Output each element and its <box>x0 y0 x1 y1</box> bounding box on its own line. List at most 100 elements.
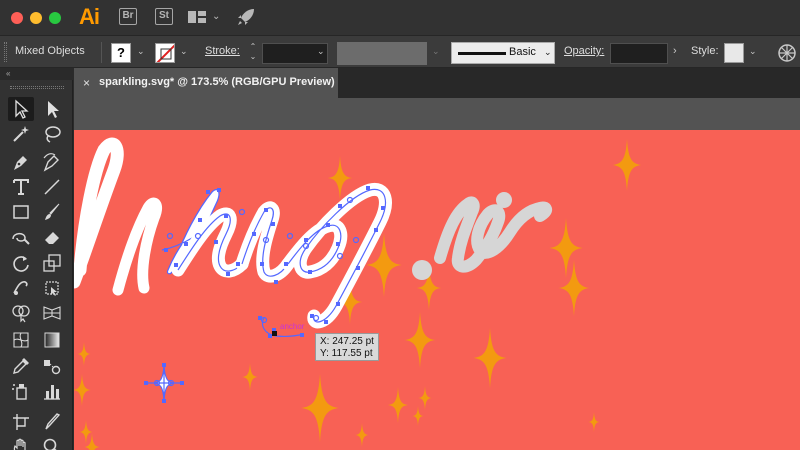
curvature-tool[interactable] <box>39 150 65 174</box>
lasso-tool-icon <box>45 126 61 143</box>
illustrator-window: Ai Br St ⌄ Mixed Objects ? ⌄ ⌄ Stroke: ⌃… <box>0 0 800 450</box>
brush-stroke-preview <box>458 52 506 55</box>
bridge-button[interactable]: Br <box>119 8 137 25</box>
lasso-tool[interactable] <box>39 122 65 146</box>
style-chevron-down-icon[interactable]: ⌄ <box>749 46 757 57</box>
illustrator-logo: Ai <box>79 4 100 29</box>
rocket-icon[interactable] <box>236 7 256 27</box>
workspace-chevron-down-icon[interactable]: ⌄ <box>212 11 220 22</box>
type-tool[interactable] <box>8 175 34 199</box>
perspective-grid-tool[interactable] <box>39 301 65 325</box>
sparkle[interactable] <box>301 374 339 442</box>
blend-tool[interactable] <box>39 354 65 378</box>
scale-tool[interactable] <box>39 251 65 275</box>
tools-panel-grip[interactable] <box>10 86 64 89</box>
line-tool[interactable] <box>39 175 65 199</box>
sparkle[interactable] <box>77 342 91 366</box>
rotate-tool[interactable] <box>8 251 34 275</box>
tools-panel-collapse-icon[interactable]: « <box>0 68 73 80</box>
sparkle[interactable] <box>355 423 369 447</box>
warp-tool[interactable] <box>8 276 34 300</box>
shaper-tool[interactable] <box>8 225 34 249</box>
sparkle[interactable] <box>388 387 408 423</box>
paintbrush-tool[interactable] <box>39 200 65 224</box>
paintbrush-tool-icon <box>45 203 60 220</box>
fill-chevron-down-icon[interactable]: ⌄ <box>137 46 145 57</box>
shape-builder-tool[interactable] <box>8 301 34 325</box>
gradient-tool[interactable] <box>39 328 65 352</box>
sparkle[interactable] <box>79 420 93 444</box>
zoom-tool-icon <box>43 438 57 450</box>
title-bar: Ai Br St ⌄ <box>0 0 800 35</box>
sparkle[interactable] <box>242 363 258 391</box>
eraser-tool-icon <box>45 232 59 244</box>
stock-button[interactable]: St <box>155 8 173 25</box>
script-lettering-unselected[interactable] <box>74 137 162 296</box>
active-anchor-point[interactable] <box>272 331 277 336</box>
stroke-weight-chevron-down-icon[interactable]: ⌄ <box>317 46 325 57</box>
artboard[interactable] <box>74 130 800 450</box>
artboard-tool[interactable] <box>8 410 34 434</box>
close-icon[interactable]: × <box>83 76 90 90</box>
close-window-button[interactable] <box>11 12 23 24</box>
recolor-artwork-icon[interactable] <box>777 43 797 63</box>
rectangle-tool[interactable] <box>8 200 34 224</box>
opacity-chevron-right-icon[interactable]: › <box>673 45 677 57</box>
slice-tool-icon <box>45 413 61 430</box>
sparkle[interactable] <box>418 386 432 410</box>
pen-tool[interactable] <box>8 150 34 174</box>
profile-chevron-down-icon[interactable]: ⌄ <box>432 46 440 57</box>
sparkle[interactable] <box>404 312 436 368</box>
stroke-label[interactable]: Stroke: <box>205 45 240 57</box>
selection-tool[interactable] <box>8 97 34 121</box>
document-tab[interactable]: × sparkling.svg* @ 173.5% (RGB/GPU Previ… <box>74 68 338 98</box>
zoom-tool[interactable] <box>39 435 65 450</box>
free-transform-tool[interactable] <box>39 276 65 300</box>
sparkle[interactable] <box>588 412 600 432</box>
symbol-sprayer-tool-icon <box>12 384 27 400</box>
sparkle[interactable] <box>327 156 353 200</box>
sparkle-group[interactable] <box>74 139 642 450</box>
column-graph-tool[interactable] <box>39 379 65 403</box>
workspace-layout-icon[interactable] <box>187 10 207 24</box>
selected-small-sparkle[interactable] <box>144 363 184 403</box>
stroke-chevron-down-icon[interactable]: ⌄ <box>180 46 188 57</box>
minimize-window-button[interactable] <box>30 12 42 24</box>
sparkle[interactable] <box>612 139 642 191</box>
brush-definition-dropdown[interactable]: Basic ⌄ <box>451 42 555 64</box>
smart-guide-anchor-label: anchor <box>280 322 305 331</box>
sparkle[interactable] <box>473 328 507 388</box>
slice-tool[interactable] <box>39 410 65 434</box>
symbol-sprayer-tool[interactable] <box>8 379 34 403</box>
warp-tool-icon <box>13 281 28 295</box>
mesh-tool[interactable] <box>8 328 34 352</box>
opacity-label[interactable]: Opacity: <box>564 45 604 57</box>
eyedropper-tool-icon <box>13 358 29 374</box>
none-stroke-icon <box>156 44 174 62</box>
shape-builder-tool-icon <box>12 305 30 323</box>
opacity-input[interactable] <box>610 43 668 64</box>
variable-width-profile-field[interactable] <box>337 42 427 65</box>
sparkle[interactable] <box>549 218 583 278</box>
hand-tool[interactable] <box>8 435 34 450</box>
stroke-weight-stepper[interactable]: ⌃ ⌄ <box>247 42 259 64</box>
control-bar-grip[interactable] <box>4 42 7 62</box>
sparkle[interactable] <box>558 260 590 316</box>
magic-wand-tool[interactable] <box>8 122 34 146</box>
fill-color-swatch[interactable]: ? <box>111 43 131 63</box>
rotate-tool-icon <box>13 256 29 272</box>
direct-selection-tool[interactable] <box>39 97 65 121</box>
magic-wand-tool-icon <box>13 126 29 142</box>
zoom-window-button[interactable] <box>49 12 61 24</box>
io-lettering[interactable] <box>412 192 552 280</box>
eyedropper-tool[interactable] <box>8 354 34 378</box>
sparkle[interactable] <box>74 374 91 406</box>
eraser-tool[interactable] <box>39 225 65 249</box>
direct-selection-tool-icon <box>48 101 59 118</box>
artwork[interactable] <box>74 130 800 450</box>
curvature-tool-icon <box>43 153 59 172</box>
stroke-color-swatch[interactable] <box>155 43 175 63</box>
graphic-style-swatch[interactable] <box>724 43 744 63</box>
tools-panel: « <box>0 68 73 450</box>
sparkle[interactable] <box>412 406 424 426</box>
